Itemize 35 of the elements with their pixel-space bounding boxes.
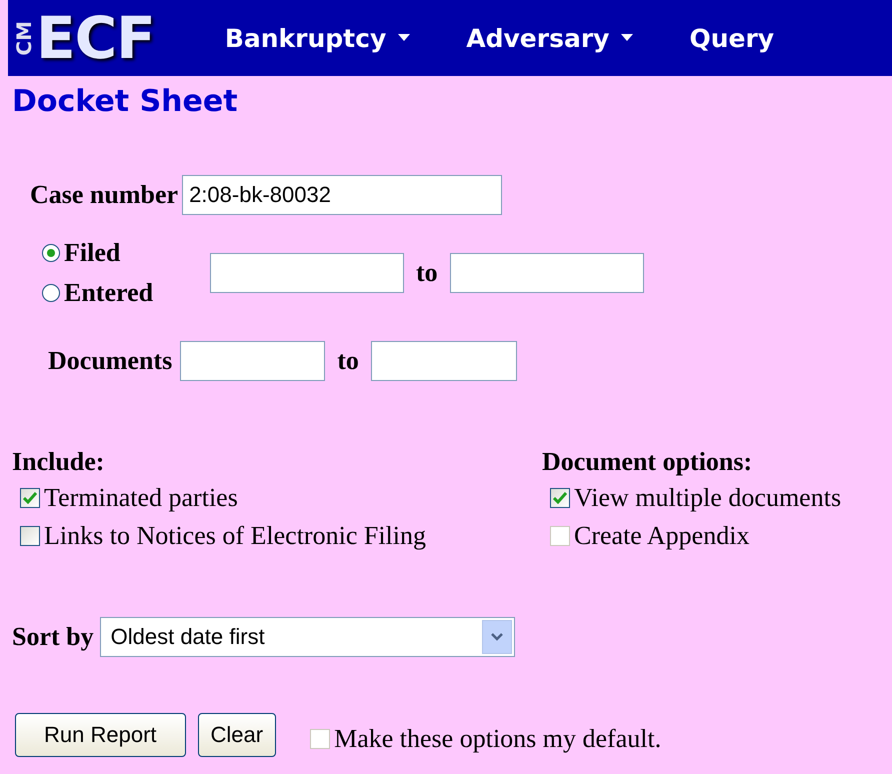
caret-icon [398,34,410,42]
menu-item[interactable]: Adversary [466,24,634,52]
section-heading: Document options: [542,447,754,477]
menu-item[interactable]: Query [689,24,774,52]
radio-button[interactable] [42,244,60,262]
action-button[interactable]: Run Report [15,713,186,757]
radio-label: Filed [64,238,120,268]
input-field[interactable]: 2:08-bk-80032 [182,175,502,215]
field-label: Case number [30,180,178,210]
caret-icon [621,34,634,42]
menu-item[interactable]: Bankruptcy [224,24,410,52]
input-field[interactable] [180,341,326,381]
checkbox-label: Make these options my default. [334,724,662,754]
radio-label: Entered [64,278,154,308]
logo-small-text: CM [12,20,36,56]
input-field[interactable] [210,253,404,293]
checkbox-label: Terminated parties [44,483,238,513]
separator-text: to [337,346,359,376]
input-field[interactable] [370,341,517,381]
checkbox-label: View multiple documents [574,483,842,513]
field-label: Sort by [12,622,94,652]
checkbox[interactable] [20,488,40,508]
action-button[interactable]: Clear [198,713,276,757]
input-field[interactable] [450,253,644,293]
field-label: Documents [48,346,172,376]
checkbox-label: Create Appendix [574,521,750,551]
checkbox[interactable] [550,488,570,508]
section-heading: Include: [12,447,106,477]
separator-text: to [416,258,438,288]
checkbox[interactable] [20,526,40,546]
sort-dropdown[interactable]: Oldest date first [100,617,515,657]
radio-button[interactable] [42,284,60,302]
logo: ECF [36,4,155,72]
page-title: Docket Sheet [12,84,238,119]
checkbox-label: Links to Notices of Electronic Filing [44,521,426,551]
